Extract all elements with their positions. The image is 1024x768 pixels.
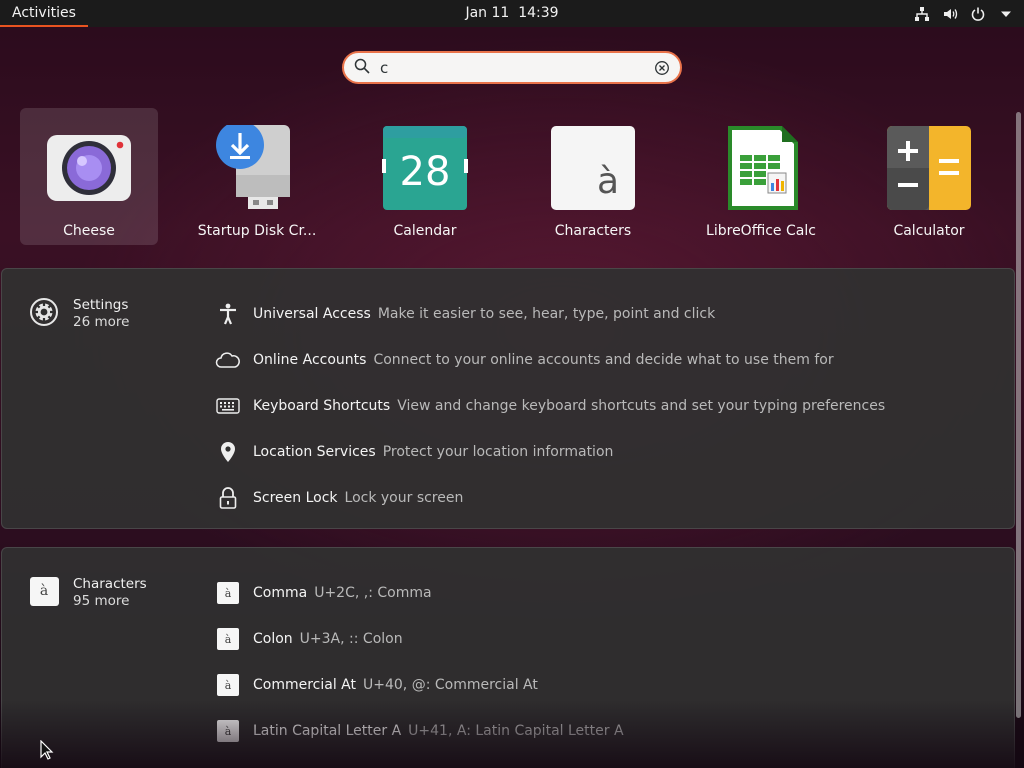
result-keyboard-shortcuts[interactable]: Keyboard Shortcuts View and change keybo… (215, 383, 885, 429)
clear-search-icon[interactable] (654, 60, 670, 76)
result-title: Screen Lock (253, 490, 338, 506)
gear-icon (29, 297, 59, 327)
top-bar: Activities Jan 11 14:39 (0, 0, 1024, 27)
result-description: Protect your location information (382, 444, 614, 460)
network-icon[interactable] (914, 6, 930, 22)
settings-result-list: Universal Access Make it easier to see, … (215, 291, 885, 521)
libreoffice-calc-icon (718, 125, 804, 211)
result-comma[interactable]: à Comma U+2C, ,: Comma (215, 570, 624, 616)
characters-results-panel: à Characters 95 more à Comma U+2C, ,: Co… (1, 547, 1015, 768)
result-title: Location Services (253, 444, 376, 460)
location-pin-icon (215, 439, 241, 465)
characters-icon: à (550, 125, 636, 211)
activities-label: Activities (12, 4, 76, 21)
app-label: Cheese (63, 223, 115, 239)
provider-name: Characters (73, 576, 147, 592)
app-label: LibreOffice Calc (706, 223, 816, 239)
result-universal-access[interactable]: Universal Access Make it easier to see, … (215, 291, 885, 337)
keyboard-icon (215, 393, 241, 419)
volume-icon[interactable] (942, 6, 958, 22)
result-colon[interactable]: à Colon U+3A, :: Colon (215, 616, 624, 662)
app-label: Calendar (393, 223, 457, 239)
characters-icon: à (215, 580, 241, 606)
characters-icon: à (215, 626, 241, 652)
app-calculator[interactable]: Calculator (860, 108, 998, 245)
provider-glyph: à (29, 576, 59, 606)
result-description: U+3A, :: Colon (299, 631, 403, 647)
provider-name: Settings (73, 297, 129, 313)
result-glyph: à (217, 582, 239, 604)
result-title: Comma (253, 585, 308, 601)
calendar-day: 28 (400, 149, 451, 195)
search-input[interactable] (380, 58, 654, 77)
app-label: Calculator (893, 223, 965, 239)
result-location-services[interactable]: Location Services Protect your location … (215, 429, 885, 475)
app-startup-disk-creator[interactable]: Startup Disk Cr... (188, 108, 326, 245)
result-glyph: à (217, 674, 239, 696)
clock-date: Jan 11 (465, 5, 510, 21)
result-online-accounts[interactable]: Online Accounts Connect to your online a… (215, 337, 885, 383)
accessibility-icon (215, 301, 241, 327)
app-label: Startup Disk Cr... (197, 223, 317, 239)
clock-time: 14:39 (518, 5, 559, 21)
result-description: U+40, @: Commercial At (363, 677, 538, 693)
result-title: Online Accounts (253, 352, 367, 368)
characters-icon: à (215, 672, 241, 698)
menu-arrow-icon[interactable] (998, 6, 1014, 22)
provider-more-count: 26 more (73, 314, 130, 330)
result-description: U+41, A: Latin Capital Letter A (408, 723, 624, 739)
startup-disk-icon (214, 121, 300, 211)
result-title: Latin Capital Letter A (253, 723, 402, 739)
characters-result-list: à Comma U+2C, ,: Comma à Colon U+3A, :: … (215, 570, 624, 754)
calendar-icon: 28 (382, 125, 468, 211)
result-description: U+2C, ,: Comma (314, 585, 432, 601)
result-commercial-at[interactable]: à Commercial At U+40, @: Commercial At (215, 662, 624, 708)
app-results: Cheese Startup Disk Cr... 28 Calendar à … (20, 108, 1015, 245)
cloud-icon (215, 347, 241, 373)
settings-results-panel: Settings 26 more Universal Access Make i… (1, 268, 1015, 529)
result-title: Universal Access (253, 306, 371, 322)
system-tray[interactable] (914, 0, 1014, 27)
lock-icon (215, 485, 241, 511)
result-latin-capital-letter-a[interactable]: à Latin Capital Letter A U+41, A: Latin … (215, 708, 624, 754)
app-characters[interactable]: à Characters (524, 108, 662, 245)
search-icon (354, 58, 370, 78)
result-title: Keyboard Shortcuts (253, 398, 391, 414)
result-title: Commercial At (253, 677, 357, 693)
result-title: Colon (253, 631, 293, 647)
result-screen-lock[interactable]: Screen Lock Lock your screen (215, 475, 885, 521)
calculator-icon (886, 125, 972, 211)
app-cheese[interactable]: Cheese (20, 108, 158, 245)
power-icon[interactable] (970, 6, 986, 22)
result-description: Connect to your online accounts and deci… (373, 352, 834, 368)
result-description: Make it easier to see, hear, type, point… (377, 306, 716, 322)
result-description: Lock your screen (344, 490, 464, 506)
result-glyph: à (217, 720, 239, 742)
result-description: View and change keyboard shortcuts and s… (397, 398, 886, 414)
app-calendar[interactable]: 28 Calendar (356, 108, 494, 245)
search-box[interactable] (342, 51, 682, 84)
characters-provider[interactable]: à Characters 95 more (29, 576, 147, 610)
activities-button[interactable]: Activities (0, 0, 88, 27)
provider-more-count: 95 more (73, 593, 130, 609)
scrollbar-thumb[interactable] (1016, 112, 1021, 718)
characters-glyph: à (597, 161, 619, 202)
app-label: Characters (554, 223, 632, 239)
result-glyph: à (217, 628, 239, 650)
cheese-icon (46, 125, 132, 211)
clock: Jan 11 14:39 (0, 5, 1024, 21)
app-libreoffice-calc[interactable]: LibreOffice Calc (692, 108, 830, 245)
settings-provider[interactable]: Settings 26 more (29, 297, 129, 331)
characters-icon: à (215, 718, 241, 744)
clock-button[interactable]: Jan 11 14:39 (465, 5, 558, 21)
characters-app-icon: à (29, 576, 59, 606)
mouse-cursor-icon (40, 739, 54, 760)
